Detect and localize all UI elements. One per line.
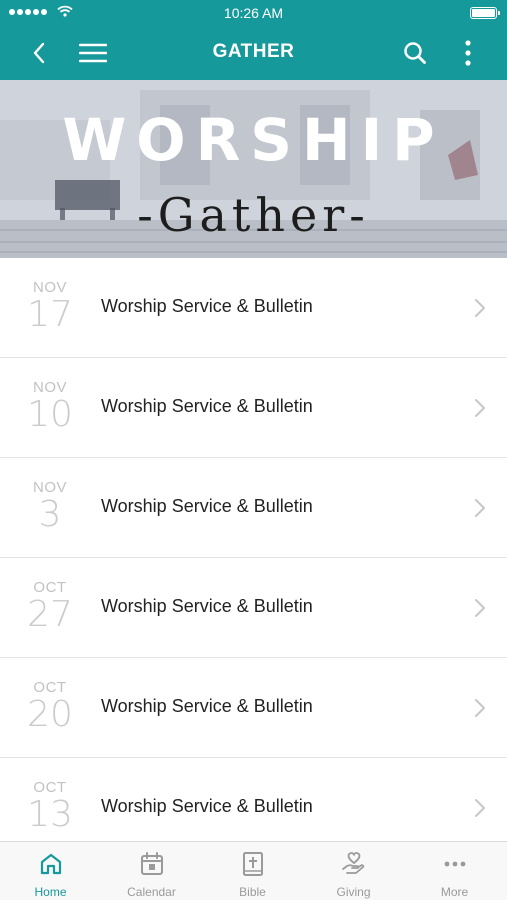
event-day: 13 <box>27 794 73 835</box>
list-item[interactable]: NOV 17 Worship Service & Bulletin <box>0 258 507 358</box>
chevron-right-icon <box>475 299 485 317</box>
bible-icon <box>243 852 263 876</box>
tab-label-more: More <box>440 885 469 899</box>
event-list: NOV 17 Worship Service & Bulletin NOV 10 Wors… <box>0 258 507 841</box>
calendar-icon <box>141 852 163 875</box>
event-date: OCT 20 <box>14 679 86 734</box>
tab-label-giving: Giving <box>336 885 371 899</box>
event-date: OCT 13 <box>14 779 86 834</box>
banner-heading: WORSHIP <box>62 106 445 174</box>
list-item[interactable]: OCT 20 Worship Service & Bulletin <box>0 658 507 758</box>
tab-more[interactable]: More <box>404 842 505 900</box>
chevron-right-icon <box>475 599 485 617</box>
page-title: GATHER <box>212 41 295 62</box>
tab-calendar[interactable]: Calendar <box>101 842 202 900</box>
event-title: Worship Service & Bulletin <box>101 596 313 616</box>
event-day: 3 <box>38 494 62 535</box>
event-day: 10 <box>27 394 73 435</box>
home-icon <box>40 853 62 875</box>
tab-bible[interactable]: Bible <box>202 842 303 900</box>
tab-label-bible: Bible <box>239 885 266 899</box>
chevron-right-icon <box>475 499 485 517</box>
more-options-button[interactable] <box>453 38 483 68</box>
tab-label-home: Home <box>34 885 67 899</box>
list-item[interactable]: OCT 27 Worship Service & Bulletin <box>0 558 507 658</box>
event-date: NOV 3 <box>14 479 86 534</box>
tab-label-calendar: Calendar <box>127 885 176 899</box>
worship-banner: WORSHIP -Gather- <box>0 80 507 258</box>
event-title: Worship Service & Bulletin <box>101 796 313 816</box>
battery-icon <box>470 7 500 19</box>
chevron-right-icon <box>475 399 485 417</box>
event-title: Worship Service & Bulletin <box>101 296 313 316</box>
event-day: 27 <box>27 594 73 635</box>
list-item[interactable]: OCT 13 Worship Service & Bulletin <box>0 758 507 841</box>
event-title: Worship Service & Bulletin <box>101 696 313 716</box>
chevron-right-icon <box>475 799 485 817</box>
banner-subheading: -Gather- <box>137 188 370 242</box>
chevron-right-icon <box>475 699 485 717</box>
event-day: 20 <box>27 694 73 735</box>
search-icon <box>404 42 426 64</box>
event-title: Worship Service & Bulletin <box>101 496 313 516</box>
event-title: Worship Service & Bulletin <box>101 396 313 416</box>
list-item[interactable]: NOV 3 Worship Service & Bulletin <box>0 458 507 558</box>
event-date: NOV 10 <box>14 379 86 434</box>
tab-giving[interactable]: Giving <box>303 842 404 900</box>
list-item[interactable]: NOV 10 Worship Service & Bulletin <box>0 358 507 458</box>
event-date: NOV 17 <box>14 279 86 334</box>
event-day: 17 <box>27 294 73 335</box>
search-button[interactable] <box>400 38 430 68</box>
giving-hand-heart-icon <box>342 852 365 874</box>
tab-bar: Home Calendar Bible Giving More <box>0 841 507 900</box>
status-time: 10:26 AM <box>223 5 284 21</box>
more-dots-icon <box>444 861 466 867</box>
event-date: OCT 27 <box>14 579 86 634</box>
vertical-ellipsis-icon <box>465 40 471 66</box>
status-bar: 10:26 AM <box>0 0 507 26</box>
nav-bar: GATHER <box>0 26 507 80</box>
tab-home[interactable]: Home <box>0 842 101 900</box>
